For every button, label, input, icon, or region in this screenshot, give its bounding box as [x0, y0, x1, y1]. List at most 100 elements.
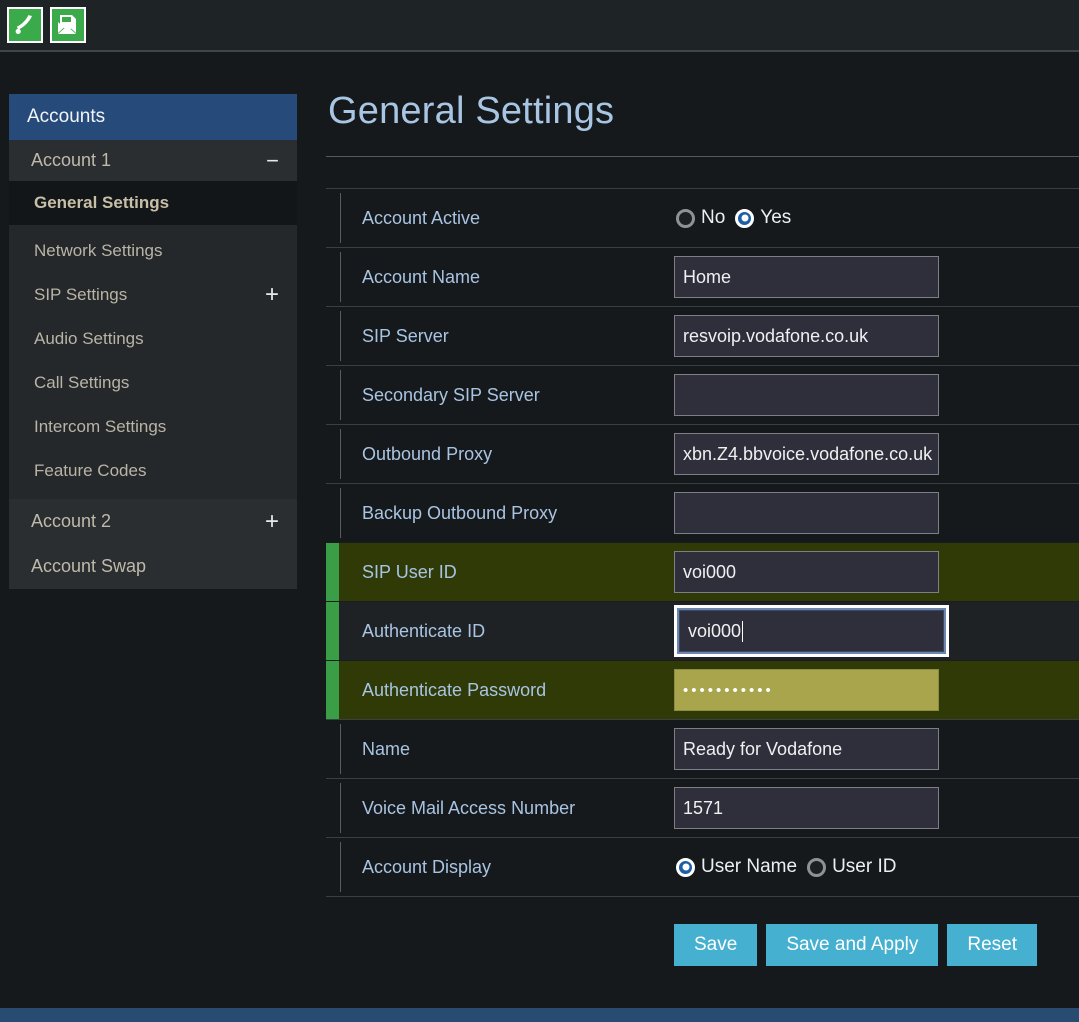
row-divider: [340, 311, 341, 361]
sidebar-item-audio-settings[interactable]: Audio Settings: [9, 317, 297, 361]
row-divider: [340, 783, 341, 833]
authenticate-password-input[interactable]: •••••••••••: [674, 669, 939, 711]
table-row: Secondary SIP Server: [326, 365, 1079, 425]
voicemail-message-icon[interactable]: [50, 7, 86, 43]
form-actions: Save Save and Apply Reset: [326, 924, 1079, 966]
radio-icon[interactable]: [807, 857, 827, 877]
sidebar-item-call-settings[interactable]: Call Settings: [9, 361, 297, 405]
sidebar: Accounts Account 1 − General Settings Ne…: [9, 94, 297, 589]
main-panel: General Settings Account Active No Yes A…: [326, 90, 1079, 966]
reset-button[interactable]: Reset: [947, 924, 1037, 966]
table-row-highlighted: SIP User ID voi000: [326, 542, 1079, 602]
sip-server-input[interactable]: resvoip.vodafone.co.uk: [674, 315, 939, 357]
expand-plus-icon[interactable]: +: [265, 283, 279, 307]
row-divider: [340, 193, 341, 243]
sidebar-item-account-1[interactable]: Account 1 −: [9, 140, 297, 181]
field-label-sip-user-id: SIP User ID: [362, 561, 457, 582]
text-caret: [742, 620, 744, 642]
collapse-minus-icon[interactable]: −: [266, 149, 279, 172]
sidebar-item-label: Feature Codes: [34, 461, 147, 480]
row-divider: [340, 488, 341, 538]
table-row: Outbound Proxy xbn.Z4.bbvoice.vodafone.c…: [326, 424, 1079, 484]
voice-mail-access-number-input[interactable]: 1571: [674, 787, 939, 829]
radio-icon-selected[interactable]: [676, 857, 695, 877]
sidebar-item-label: General Settings: [34, 193, 170, 212]
sidebar-item-general-settings[interactable]: General Settings: [9, 181, 297, 225]
settings-form: Account Active No Yes Account Name Home …: [326, 188, 1079, 966]
top-toolbar: [0, 0, 1079, 52]
expand-plus-icon[interactable]: +: [265, 509, 279, 534]
save-button[interactable]: Save: [674, 924, 758, 966]
radio-label: User ID: [832, 856, 897, 877]
sidebar-item-label: Intercom Settings: [34, 417, 167, 436]
radio-group-account-active: No Yes: [674, 207, 791, 229]
field-label-voice-mail-access-number: Voice Mail Access Number: [362, 797, 576, 818]
title-divider: [326, 156, 1079, 157]
sidebar-item-intercom-settings[interactable]: Intercom Settings: [9, 405, 297, 449]
radio-option-user-id[interactable]: User ID: [807, 856, 896, 878]
sidebar-item-label: Call Settings: [34, 373, 130, 392]
radio-label: User Name: [701, 856, 798, 877]
row-accent-bar: [326, 602, 339, 660]
field-label-name: Name: [362, 738, 411, 759]
sidebar-item-label: Account Swap: [31, 556, 147, 576]
footer-bar: [0, 1008, 1079, 1022]
sidebar-subitems: Network Settings SIP Settings + Audio Se…: [9, 225, 297, 499]
table-row: Account Name Home: [326, 247, 1079, 307]
table-row-highlighted: Authenticate Password •••••••••••: [326, 660, 1079, 720]
radio-label: Yes: [760, 207, 792, 228]
table-row: SIP Server resvoip.vodafone.co.uk: [326, 306, 1079, 366]
name-input[interactable]: Ready for Vodafone: [674, 728, 939, 770]
sidebar-header-accounts[interactable]: Accounts: [9, 94, 297, 140]
row-divider: [340, 370, 341, 420]
table-row: Backup Outbound Proxy: [326, 483, 1079, 543]
table-row: Name Ready for Vodafone: [326, 719, 1079, 779]
table-row: Account Display User Name User ID: [326, 837, 1079, 897]
sidebar-item-label: Account 2: [31, 511, 112, 531]
field-label-outbound-proxy: Outbound Proxy: [362, 443, 493, 464]
authenticate-id-value: voi000: [688, 620, 742, 641]
page-title: General Settings: [328, 90, 615, 132]
row-accent-bar: [326, 661, 339, 719]
backup-outbound-proxy-input[interactable]: [674, 492, 939, 534]
field-label-secondary-sip-server: Secondary SIP Server: [362, 384, 540, 405]
field-label-sip-server: SIP Server: [362, 325, 449, 346]
radio-option-yes[interactable]: Yes: [735, 207, 791, 229]
sidebar-item-label: SIP Settings: [34, 285, 128, 304]
sidebar-item-sip-settings[interactable]: SIP Settings +: [9, 273, 297, 317]
field-label-account-name: Account Name: [362, 266, 481, 287]
radio-icon-selected[interactable]: [735, 208, 755, 228]
field-label-account-active: Account Active: [362, 207, 481, 228]
radio-option-no[interactable]: No: [676, 207, 725, 229]
account-name-input[interactable]: Home: [674, 256, 939, 298]
authenticate-id-input[interactable]: voi000: [679, 610, 944, 652]
outbound-proxy-input[interactable]: xbn.Z4.bbvoice.vodafone.co.uk: [674, 433, 939, 475]
field-label-authenticate-password: Authenticate Password: [362, 679, 547, 700]
radio-option-user-name[interactable]: User Name: [676, 856, 797, 878]
row-divider: [340, 252, 341, 302]
sidebar-item-label: Account 1: [31, 150, 112, 170]
sidebar-item-account-2[interactable]: Account 2 +: [9, 499, 297, 544]
sip-user-id-input[interactable]: voi000: [674, 551, 939, 593]
phone-icon[interactable]: [7, 7, 43, 43]
secondary-sip-server-input[interactable]: [674, 374, 939, 416]
row-divider: [340, 842, 341, 892]
radio-label: No: [701, 207, 726, 228]
row-divider: [340, 724, 341, 774]
sidebar-header-label: Accounts: [27, 106, 106, 127]
field-label-backup-outbound-proxy: Backup Outbound Proxy: [362, 502, 558, 523]
radio-icon[interactable]: [676, 208, 695, 228]
sidebar-item-account-swap[interactable]: Account Swap: [9, 544, 297, 589]
sidebar-item-label: Audio Settings: [34, 329, 144, 348]
sidebar-item-feature-codes[interactable]: Feature Codes: [9, 449, 297, 493]
table-row-focused: Authenticate ID voi000: [326, 601, 1079, 661]
table-row: Account Active No Yes: [326, 188, 1079, 248]
sidebar-item-label: Network Settings: [34, 241, 163, 260]
focus-ring: voi000: [674, 605, 949, 657]
radio-group-account-display: User Name User ID: [674, 856, 896, 878]
save-and-apply-button[interactable]: Save and Apply: [766, 924, 939, 966]
row-divider: [340, 429, 341, 479]
sidebar-item-network-settings[interactable]: Network Settings: [9, 229, 297, 273]
field-label-account-display: Account Display: [362, 856, 492, 877]
field-label-authenticate-id: Authenticate ID: [362, 620, 486, 641]
